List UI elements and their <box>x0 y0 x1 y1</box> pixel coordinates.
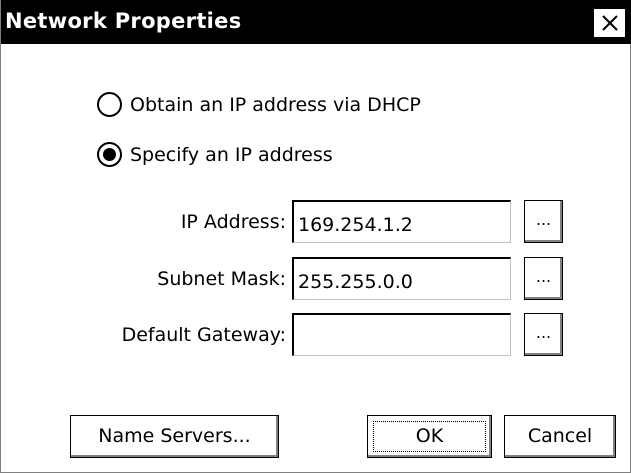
radio-static-ip[interactable]: Specify an IP address <box>97 142 333 167</box>
radio-dhcp-label: Obtain an IP address via DHCP <box>130 93 421 116</box>
title-bar: Network Properties <box>1 0 631 44</box>
ip-address-label: IP Address: <box>180 211 286 233</box>
radio-static-ip-label: Specify an IP address <box>130 143 333 166</box>
name-servers-button[interactable]: Name Servers... <box>70 415 279 458</box>
subnet-mask-label: Subnet Mask: <box>157 268 286 290</box>
default-gateway-label: Default Gateway: <box>121 324 286 346</box>
default-gateway-input[interactable] <box>292 313 511 356</box>
ip-address-input[interactable] <box>292 200 511 243</box>
ip-address-browse-button[interactable]: ... <box>524 200 563 243</box>
subnet-mask-input[interactable] <box>292 257 511 300</box>
radio-static-ip-indicator[interactable] <box>97 142 122 167</box>
ok-button[interactable]: OK <box>367 415 492 458</box>
cancel-button[interactable]: Cancel <box>504 415 616 458</box>
network-properties-dialog: Network Properties Obtain an IP address … <box>0 0 631 473</box>
default-gateway-browse-button[interactable]: ... <box>524 313 563 356</box>
radio-dhcp[interactable]: Obtain an IP address via DHCP <box>97 92 421 117</box>
close-icon <box>601 15 618 31</box>
subnet-mask-browse-button[interactable]: ... <box>524 257 563 300</box>
dialog-title: Network Properties <box>5 9 242 33</box>
radio-dhcp-indicator[interactable] <box>97 92 122 117</box>
focus-rectangle <box>373 421 486 452</box>
close-button[interactable] <box>593 8 626 38</box>
